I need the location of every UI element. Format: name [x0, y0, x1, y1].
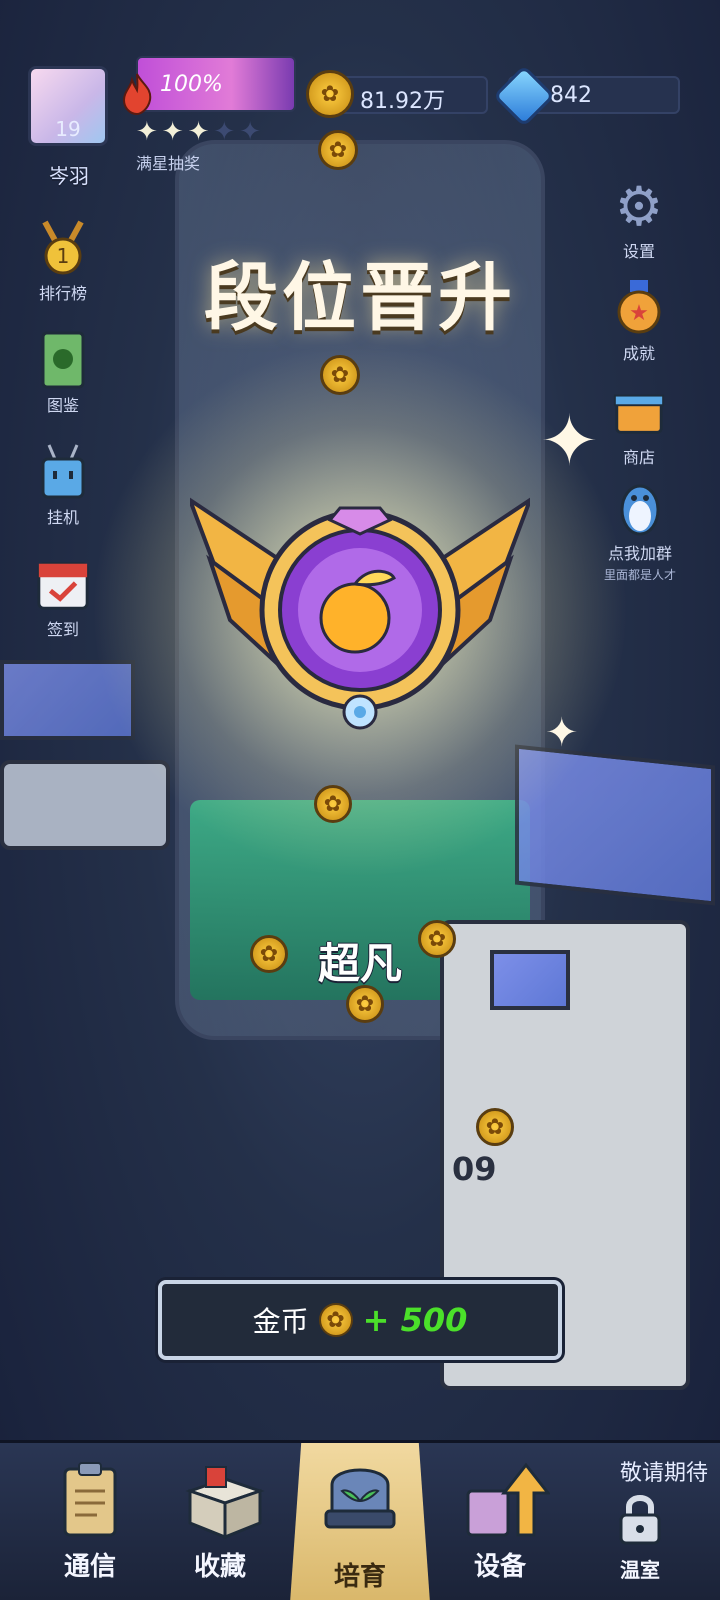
side-label-idle: 挂机	[46, 508, 79, 527]
player-level: 19	[55, 117, 81, 141]
rank-name: 超凡	[317, 939, 402, 988]
fire-icon	[122, 73, 152, 116]
clipboard-icon	[50, 1461, 130, 1541]
avatar[interactable]: 19	[28, 66, 108, 146]
nav-label-messages: 通信	[63, 1552, 116, 1582]
nav-label-collection: 收藏	[193, 1552, 246, 1582]
star-filled-icon: ✦	[136, 117, 158, 147]
side-btn-join-group[interactable]: 点我加群 里面都是人才	[590, 480, 690, 583]
penguin-icon	[612, 480, 668, 536]
nav-tab-messages[interactable]: 通信	[30, 1453, 150, 1593]
upgrade-arrow-icon	[460, 1461, 552, 1541]
side-btn-shop[interactable]: 商店	[594, 384, 684, 468]
sparkle-icon: ✦	[545, 710, 579, 756]
robot-icon	[35, 444, 91, 500]
side-label-join-group: 点我加群	[607, 544, 672, 563]
coin-icon	[318, 1303, 353, 1337]
calendar-check-icon	[35, 556, 91, 612]
star-filled-icon: ✦	[187, 117, 210, 147]
nav-tab-equipment[interactable]: 设备	[440, 1453, 560, 1593]
nav-label-equipment: 设备	[473, 1552, 526, 1582]
sprout-dome-icon	[320, 1451, 400, 1531]
side-label-collection: 图鉴	[46, 396, 79, 415]
player-name: 岑羽	[49, 164, 89, 188]
reward-banner: 金币 + 500	[158, 1280, 562, 1360]
coin-icon	[306, 70, 354, 118]
nav-label-greenhouse: 温室	[620, 1558, 660, 1582]
star-empty-icon: ✦	[239, 117, 261, 147]
floating-coin-icon	[320, 355, 360, 395]
stars-caption: 满星抽奖	[136, 154, 201, 173]
promotion-headline: 段位晋升	[204, 255, 516, 341]
nav-tab-incubate[interactable]: 培育	[290, 1443, 430, 1600]
side-btn-idle[interactable]: 挂机	[18, 444, 108, 528]
nav-label-incubate: 培育	[333, 1562, 386, 1592]
gem-value: 842	[550, 83, 592, 108]
reward-amount: + 500	[362, 1301, 468, 1339]
bottom-nav: 通信 收藏 培育 设备 温室 敬请期待	[0, 1440, 720, 1600]
floating-coin-icon	[314, 785, 352, 823]
machine-number: 09	[452, 1150, 497, 1188]
side-label-shop: 商店	[622, 448, 655, 467]
box-icon	[180, 1461, 265, 1541]
star-filled-icon: ✦	[161, 117, 184, 147]
side-btn-checkin[interactable]: 签到	[18, 556, 108, 640]
energy-percent: 100%	[160, 72, 223, 97]
coin-value: 81.92万	[360, 89, 445, 114]
shop-icon	[611, 384, 667, 440]
floating-coin-icon	[476, 1108, 514, 1146]
sparkle-icon: ✦	[540, 400, 599, 482]
gem-icon	[492, 64, 556, 128]
floating-coin-icon	[318, 130, 358, 170]
coming-soon-note: 敬请期待	[619, 1461, 708, 1486]
star-progress: ✦ ✦ ✦ ✦ ✦	[136, 118, 261, 148]
rank-badge-icon	[190, 497, 530, 730]
game-scene: 09 19 岑羽 100% ✦ ✦ ✦ ✦ ✦ 满星抽奖 81.92万 842 …	[0, 0, 720, 1600]
reward-label: 金币	[252, 1305, 309, 1338]
gear-icon: ⚙	[614, 174, 664, 238]
nav-tab-collection[interactable]: 收藏	[160, 1453, 280, 1593]
side-label-checkin: 签到	[46, 620, 79, 639]
side-sublabel-join-group: 里面都是人才	[603, 568, 676, 582]
energy-bar[interactable]: 100%	[136, 56, 296, 112]
star-empty-icon: ✦	[213, 117, 236, 147]
